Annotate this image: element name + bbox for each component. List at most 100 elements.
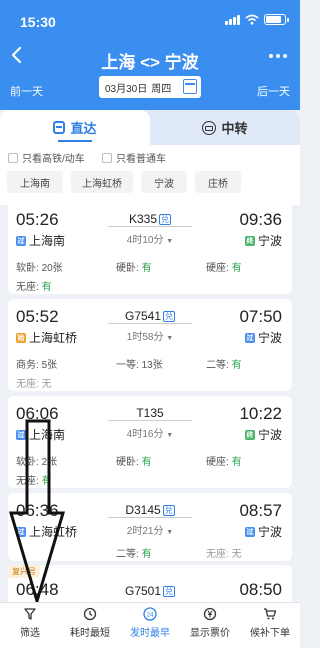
calendar-icon [183,79,197,94]
train-card[interactable]: 05:26 K335 兑 4时10分 ▼ 09:36 过上海南 终宁波 软卧: 2… [8,202,292,294]
cart-icon [263,607,277,621]
waitlist-button[interactable]: 候补下单 [240,607,300,639]
seat-row: 商务: 5张 一等: 13张 二等: 有 [16,356,286,371]
route-line [108,517,192,518]
train-card[interactable]: 05:52 G7541 兑 1时58分 ▼ 07:50 始上海虹桥 过宁波 商务:… [8,299,292,391]
yen-icon [203,607,217,621]
seat-standing: 无座: 有 [16,278,52,293]
tab-indicator [58,140,92,142]
seat-label: 硬座: [206,263,232,274]
seat-hard-sleeper: 硬卧: 有 [116,259,152,274]
arrival-time: 07:50 [239,307,282,326]
seat-label: 硬卧: [116,263,142,274]
seat-standing: 无座: 无 [206,545,242,560]
station-chip[interactable]: 上海虹桥 [71,171,133,193]
departure-station-name: 上海南 [29,428,66,442]
fuxing-tag: 复兴号 [8,565,40,578]
pass-station-badge: 过 [16,526,26,537]
status-time: 15:30 [20,14,56,30]
seat-business: 商务: 5张 [16,356,57,371]
seat-label: 二等: [116,549,142,560]
station-chip[interactable]: 庄桥 [195,171,241,193]
seat-label: 无座: [16,476,42,487]
seat-standing: 无座: 有 [16,472,52,487]
seat-label: 二等: [206,360,232,371]
seat-second-class: 二等: 有 [206,356,242,371]
arrival-station: 过宁波 [244,523,282,540]
caret-down-icon: ▼ [166,432,174,439]
filter-button[interactable]: 筛选 [0,607,60,639]
signal-icon [225,14,240,25]
date-picker[interactable]: 03月30日 周四 [99,76,201,98]
earliest-departure-label: 发时最早 [130,628,170,639]
seat-value: 有 [231,263,242,274]
seat-value: 有 [41,282,52,293]
seat-value: 有 [141,457,152,468]
more-button[interactable] [268,44,288,70]
train-card[interactable]: 06:06 T135 4时16分 ▼ 10:22 过上海南 终宁波 软卧: 2张… [8,396,292,488]
arrival-time: 10:22 [239,404,282,423]
station-chip[interactable]: 宁波 [141,171,187,193]
prev-day-button[interactable]: 前一天 [10,83,43,99]
seat-value: 有 [41,476,52,487]
filter-label: 筛选 [20,628,40,639]
arrival-time: 09:36 [239,210,282,229]
checkbox-box [102,152,112,163]
shortest-time-button[interactable]: 耗时最短 [60,607,120,639]
results-area: 直达 中转 只看高铁/动车 只看普通车 上海南 上海虹桥 宁波 庄桥 05:26… [0,110,300,602]
exchange-badge: 兑 [163,586,176,597]
train-card[interactable]: 复兴号 06:48 G7501 兑 08:50 [8,565,292,602]
status-bar: 15:30 [0,0,300,44]
arrival-station-name: 宁波 [257,234,282,248]
filter-highspeed-checkbox[interactable]: 只看高铁/动车 [8,150,85,165]
train-number-text: G7501 [124,584,162,598]
seat-standing: 无座: 无 [16,375,52,390]
seat-label: 商务: [16,360,42,371]
seat-label: 一等: [116,360,142,371]
train-number-text: K335 [128,212,158,226]
station-chip[interactable]: 上海南 [7,171,63,193]
show-price-button[interactable]: 显示票价 [180,607,240,639]
arrival-station-name: 宁波 [257,525,282,539]
pass-station-badge: 过 [16,429,26,440]
seat-hard-seat: 硬座: 有 [206,453,242,468]
seat-row: 无座: 无 [16,375,286,390]
filter-normal-checkbox[interactable]: 只看普通车 [102,150,166,165]
tab-transfer[interactable]: 中转 [150,110,300,145]
seat-value: 2张 [41,457,58,468]
arrival-station: 过宁波 [244,329,282,346]
seat-value: 13张 [141,360,163,371]
pass-station-badge: 过 [16,235,26,246]
earliest-departure-button[interactable]: 24 发时最早 [120,607,180,639]
route-line [108,226,192,227]
show-price-label: 显示票价 [190,628,230,639]
train-number-text: D3145 [125,503,161,517]
nav-bar: 上海 <> 宁波 [0,44,300,74]
caret-down-icon: ▼ [166,529,174,536]
next-day-button[interactable]: 后一天 [257,83,290,99]
seat-label: 软卧: [16,457,42,468]
terminal-station-badge: 终 [244,235,255,246]
seat-hard-sleeper: 硬卧: 有 [116,453,152,468]
shortest-time-label: 耗时最短 [70,628,110,639]
terminal-station-badge: 终 [244,429,255,440]
origin-station-badge: 始 [16,332,26,343]
seat-row: 无座: 有 [16,472,286,487]
tab-direct[interactable]: 直达 [0,110,150,145]
arrival-station: 终宁波 [244,426,282,443]
seat-soft-sleeper: 软卧: 20张 [16,259,63,274]
wifi-icon [245,14,259,25]
seat-row: 软卧: 2张 硬卧: 有 硬座: 有 [16,453,286,468]
arrival-time: 08:50 [239,580,282,599]
departure-station: 过上海虹桥 [16,523,77,540]
departure-station: 过上海南 [16,426,65,443]
train-card[interactable]: 06:36 D3145 兑 2时21分 ▼ 08:57 过上海虹桥 过宁波 二等:… [8,493,292,561]
weekday-text: 周四 [151,83,172,95]
route-line [108,323,192,324]
waitlist-label: 候补下单 [250,628,290,639]
checkbox-label: 只看普通车 [116,154,166,165]
train-icon [53,121,66,134]
transfer-icon [202,120,217,135]
seat-value: 5张 [41,360,58,371]
caret-down-icon: ▼ [166,335,174,342]
